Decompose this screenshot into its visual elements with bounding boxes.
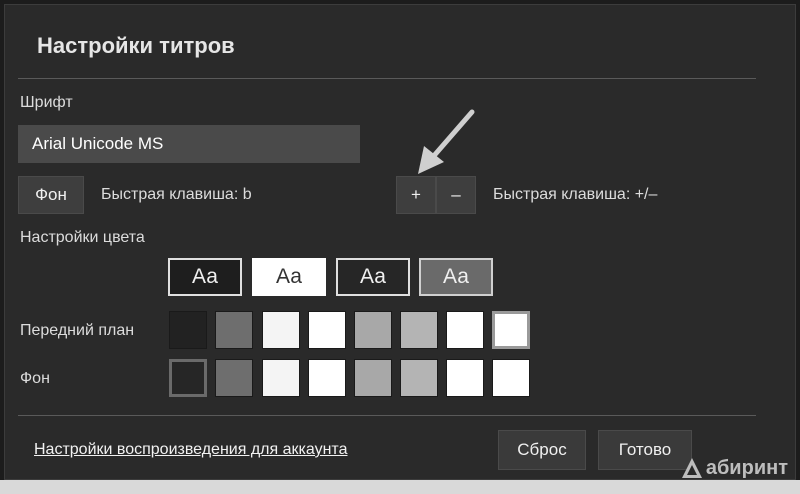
foreground-swatch-8[interactable] bbox=[492, 311, 530, 349]
color-section-label: Настройки цвета bbox=[20, 229, 145, 246]
reset-button[interactable]: Сброс bbox=[498, 430, 586, 470]
background-hotkey-text: Быстрая клавиша: b bbox=[101, 186, 252, 203]
size-hotkey-text: Быстрая клавиша: +/– bbox=[493, 186, 658, 203]
decrease-size-button[interactable]: – bbox=[436, 176, 476, 214]
foreground-label: Передний план bbox=[20, 322, 135, 339]
watermark-text: абиринт bbox=[705, 456, 788, 479]
increase-size-button[interactable]: + bbox=[396, 176, 436, 214]
style-preview-4[interactable]: Аа bbox=[419, 258, 493, 296]
style-preview-3[interactable]: Аа bbox=[336, 258, 410, 296]
background-swatch-6[interactable] bbox=[400, 359, 438, 397]
background-toggle-button[interactable]: Фон bbox=[18, 176, 84, 214]
foreground-swatch-6[interactable] bbox=[400, 311, 438, 349]
background-swatch-2[interactable] bbox=[215, 359, 253, 397]
foreground-swatch-5[interactable] bbox=[354, 311, 392, 349]
foreground-swatch-1[interactable] bbox=[169, 311, 207, 349]
background-swatch-7[interactable] bbox=[446, 359, 484, 397]
account-playback-settings-link[interactable]: Настройки воспроизведения для аккаунта bbox=[34, 441, 347, 459]
background-label: Фон bbox=[20, 370, 50, 387]
watermark-logo: абиринт bbox=[680, 456, 788, 480]
foreground-swatch-7[interactable] bbox=[446, 311, 484, 349]
foreground-swatch-3[interactable] bbox=[262, 311, 300, 349]
background-swatch-1[interactable] bbox=[169, 359, 207, 397]
labirint-logo-icon bbox=[681, 458, 702, 478]
background-swatch-8[interactable] bbox=[492, 359, 530, 397]
page-edge bbox=[0, 480, 800, 494]
font-field[interactable] bbox=[18, 125, 360, 163]
title-divider bbox=[18, 78, 756, 79]
done-button[interactable]: Готово bbox=[598, 430, 692, 470]
background-swatch-3[interactable] bbox=[262, 359, 300, 397]
style-preview-1[interactable]: Аа bbox=[168, 258, 242, 296]
style-preview-2[interactable]: Аа bbox=[252, 258, 326, 296]
font-section-label: Шрифт bbox=[20, 94, 73, 111]
footer-divider bbox=[18, 415, 756, 416]
pointer-arrow-icon bbox=[418, 109, 475, 174]
foreground-swatch-2[interactable] bbox=[215, 311, 253, 349]
background-swatch-4[interactable] bbox=[308, 359, 346, 397]
foreground-swatch-4[interactable] bbox=[308, 311, 346, 349]
dialog-title: Настройки титров bbox=[37, 33, 235, 58]
background-swatch-5[interactable] bbox=[354, 359, 392, 397]
